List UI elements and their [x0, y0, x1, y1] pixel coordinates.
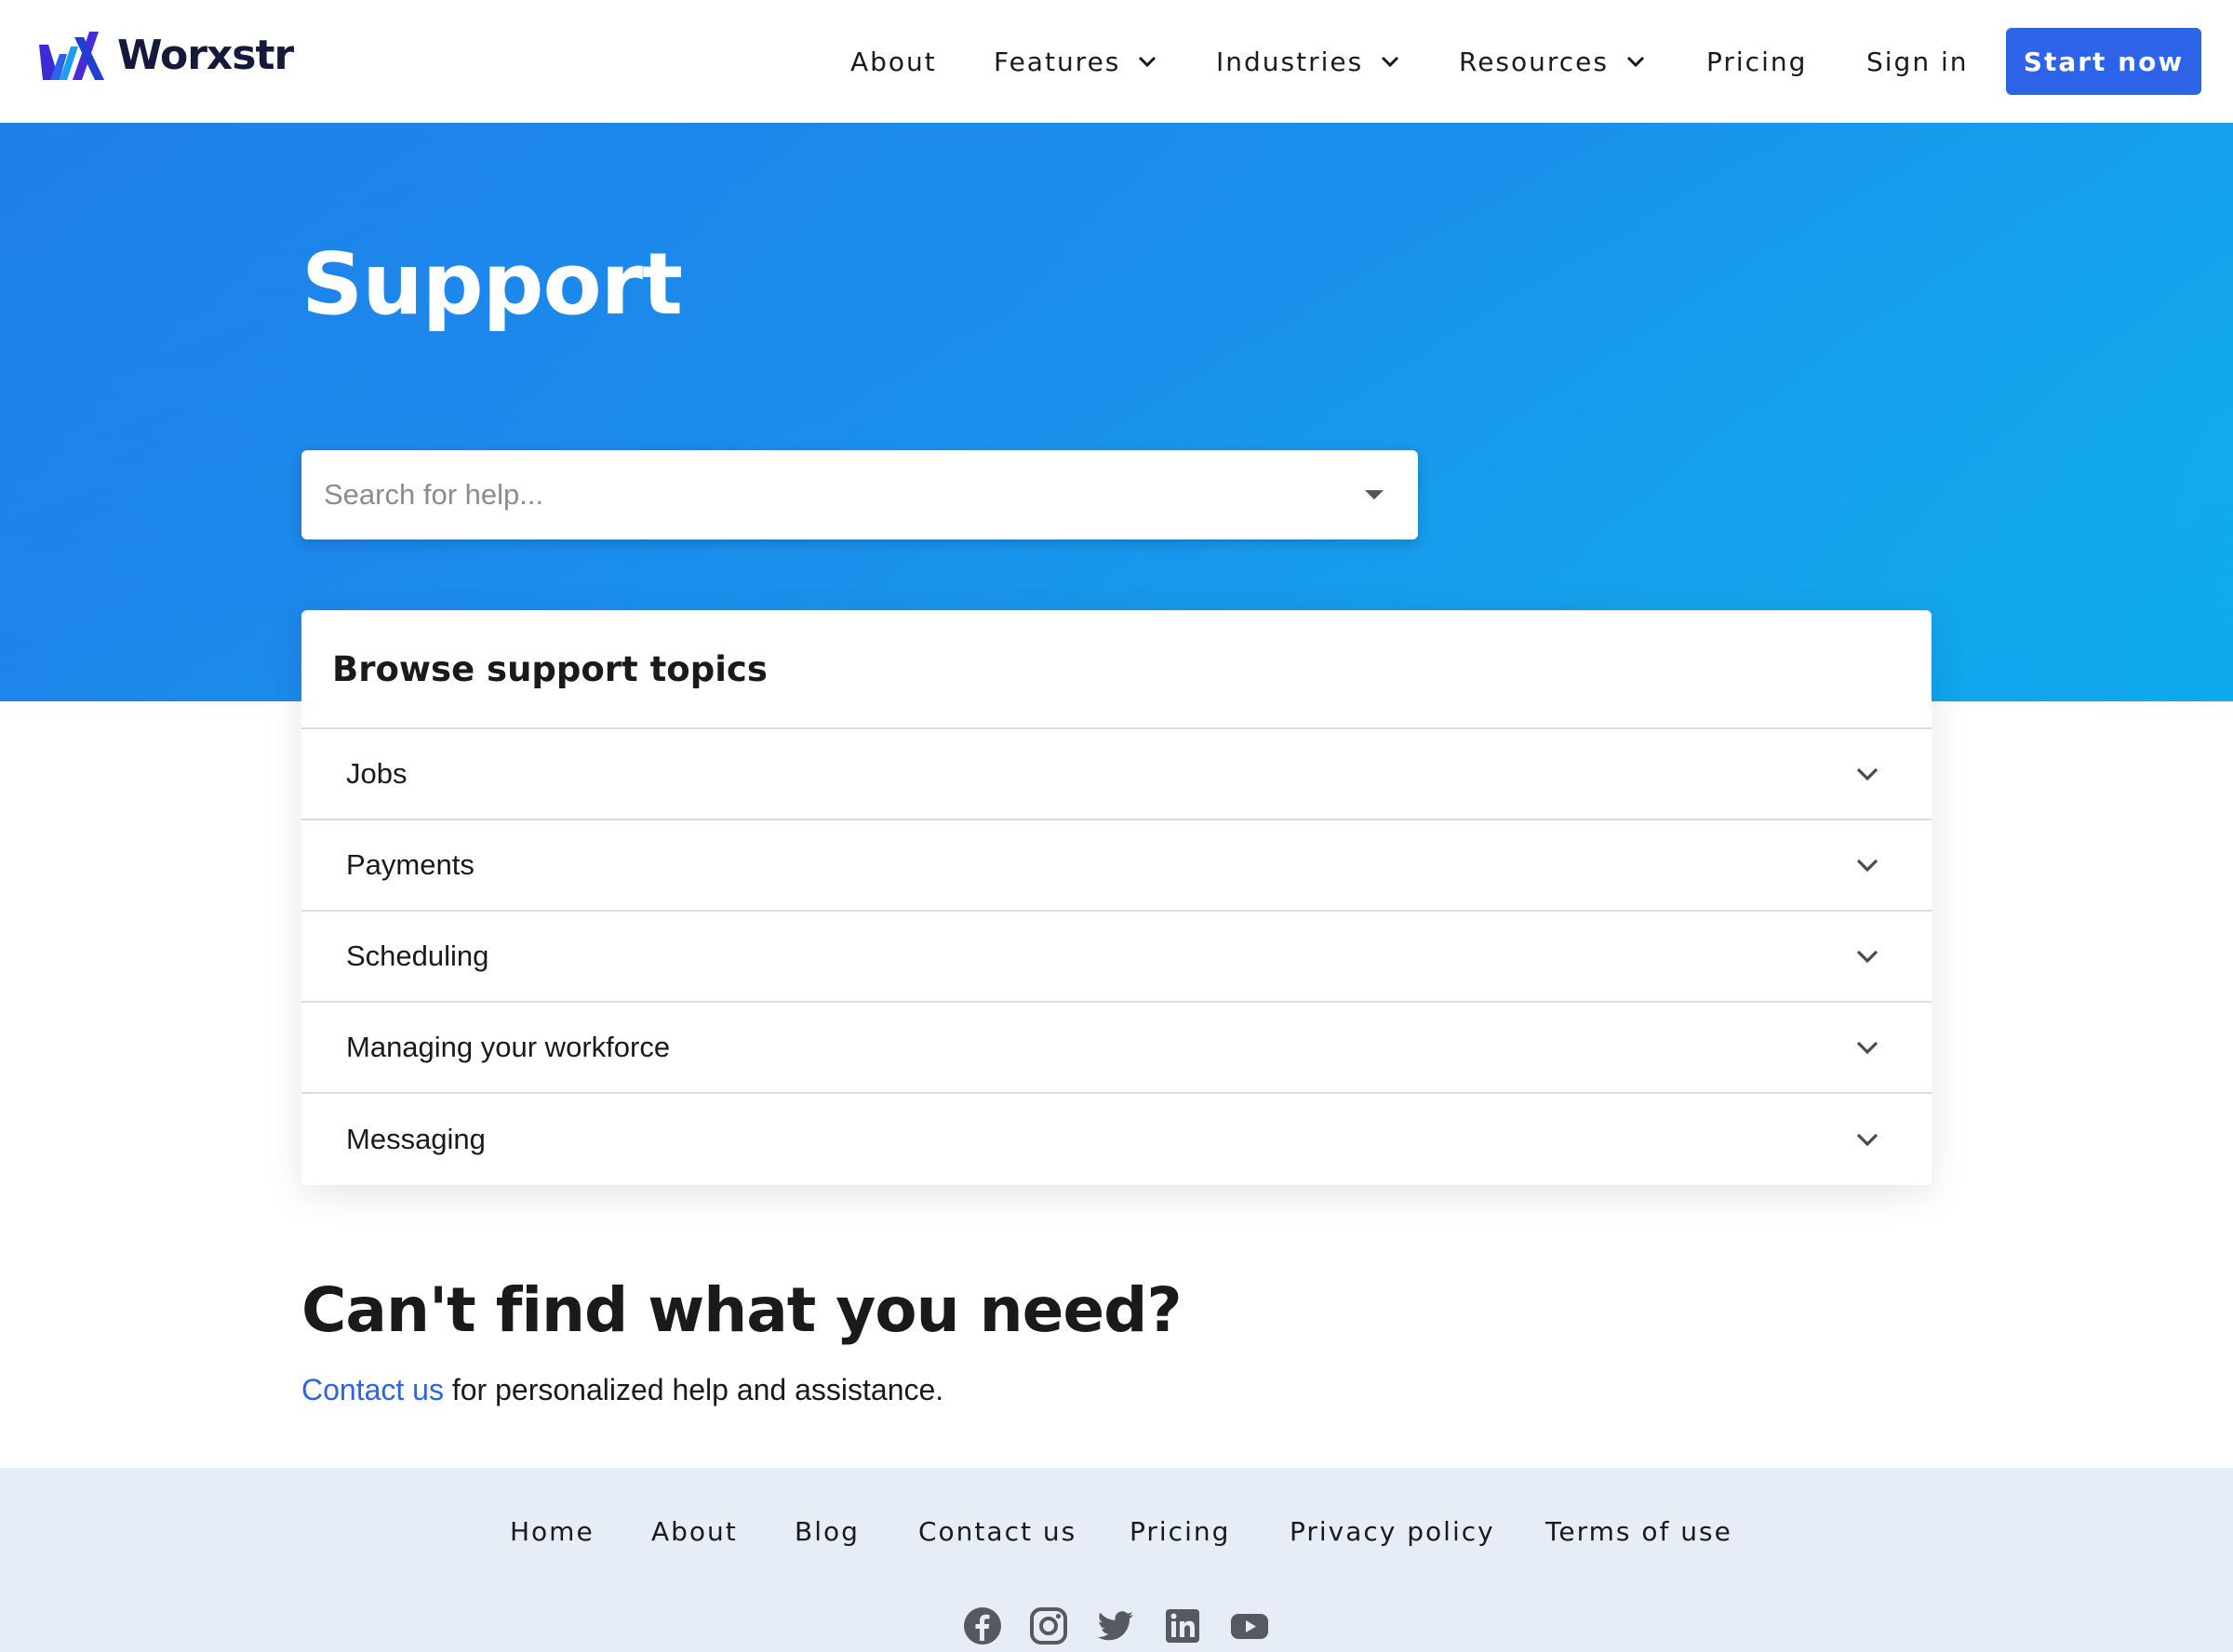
chevron-down-icon [1856, 1133, 1879, 1147]
topic-label: Payments [346, 848, 475, 881]
chevron-down-icon [1856, 859, 1879, 873]
chevron-down-icon [1856, 1041, 1879, 1055]
nav-sign-in-label: Sign in [1866, 46, 1969, 77]
topic-label: Scheduling [346, 939, 489, 972]
support-topics-card: Browse support topics Jobs Payments Sche… [301, 610, 1932, 1185]
main-menu: About Features Industries Resources Pric… [0, 0, 2233, 123]
nav-about-label: About [850, 46, 937, 77]
topic-messaging[interactable]: Messaging [301, 1094, 1932, 1185]
footer-link-contact-us[interactable]: Contact us [918, 1516, 1076, 1547]
linkedin-icon[interactable] [1162, 1605, 1203, 1646]
footer-link-blog[interactable]: Blog [795, 1516, 860, 1547]
contact-us-link[interactable]: Contact us [301, 1373, 444, 1406]
topics-heading: Browse support topics [301, 610, 1932, 729]
topic-jobs[interactable]: Jobs [301, 729, 1932, 820]
search-box [301, 450, 1418, 540]
topic-label: Jobs [346, 757, 408, 790]
topic-scheduling[interactable]: Scheduling [301, 912, 1932, 1003]
chevron-down-icon [1856, 950, 1879, 964]
chevron-down-icon [1139, 56, 1157, 68]
nav-features-label: Features [994, 46, 1121, 77]
topic-label: Messaging [346, 1123, 486, 1155]
nav-resources-label: Resources [1459, 46, 1609, 77]
facebook-icon[interactable] [962, 1605, 1003, 1646]
nav-resources[interactable]: Resources [1459, 41, 1646, 82]
chevron-down-icon [1856, 767, 1879, 781]
page-title: Support [301, 234, 683, 334]
dropdown-caret-icon[interactable] [1364, 489, 1384, 500]
twitter-icon[interactable] [1095, 1605, 1136, 1646]
nav-industries[interactable]: Industries [1216, 41, 1400, 82]
nav-industries-label: Industries [1216, 46, 1364, 77]
nav-pricing-label: Pricing [1706, 46, 1808, 77]
youtube-icon[interactable] [1229, 1605, 1270, 1646]
nav-pricing[interactable]: Pricing [1706, 41, 1807, 82]
footer-link-pricing[interactable]: Pricing [1130, 1516, 1230, 1547]
nav-sign-in[interactable]: Sign in [1866, 41, 1969, 82]
topic-payments[interactable]: Payments [301, 820, 1932, 912]
footer-links: Home About Blog Contact us Pricing Priva… [0, 1516, 2233, 1553]
nav-about[interactable]: About [850, 41, 937, 82]
help-text: Contact us for personalized help and ass… [301, 1373, 943, 1407]
nav-features[interactable]: Features [994, 41, 1157, 82]
footer-link-privacy-policy[interactable]: Privacy policy [1290, 1516, 1495, 1547]
topic-label: Managing your workforce [346, 1031, 671, 1063]
footer-link-home[interactable]: Home [510, 1516, 595, 1547]
search-input[interactable] [324, 467, 1364, 523]
social-links [0, 1605, 2233, 1646]
top-navigation: Worxstr About Features Industries Resour… [0, 0, 2233, 123]
topic-managing-workforce[interactable]: Managing your workforce [301, 1003, 1932, 1094]
footer-link-terms-of-use[interactable]: Terms of use [1545, 1516, 1732, 1547]
help-heading: Can't find what you need? [301, 1274, 1183, 1346]
start-now-button[interactable]: Start now [2006, 28, 2201, 95]
footer: Home About Blog Contact us Pricing Priva… [0, 1468, 2233, 1652]
chevron-down-icon [1382, 56, 1399, 68]
chevron-down-icon [1626, 56, 1645, 68]
footer-link-about[interactable]: About [651, 1516, 738, 1547]
help-rest-text: for personalized help and assistance. [443, 1373, 944, 1406]
instagram-icon[interactable] [1028, 1605, 1069, 1646]
